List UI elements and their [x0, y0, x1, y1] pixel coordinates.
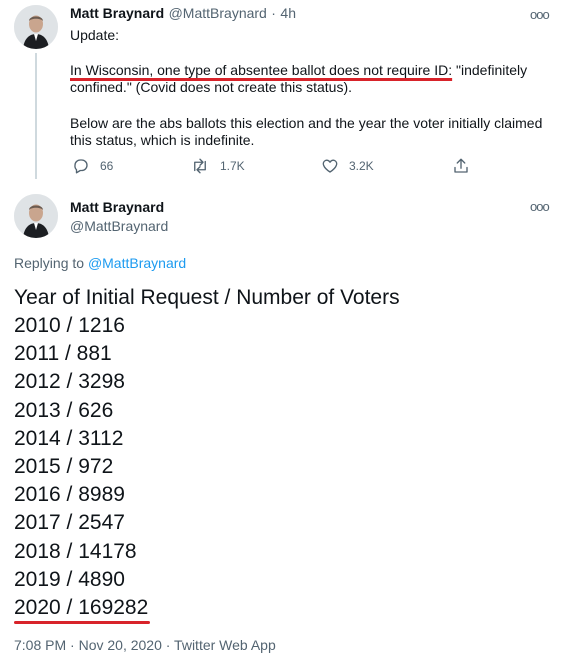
replying-to: Replying to @MattBraynard	[14, 255, 186, 271]
like-button[interactable]: 3.2K	[321, 157, 374, 175]
main-more-icon[interactable]: ooo	[530, 199, 550, 214]
replying-to-handle[interactable]: @MattBraynard	[88, 255, 186, 271]
avatar-portrait-icon	[14, 194, 58, 238]
list-item: 2014 / 3112	[14, 426, 124, 450]
list-item: 2019 / 4890	[14, 567, 125, 591]
header-separator: ·	[271, 5, 276, 21]
parent-more-icon[interactable]: ooo	[530, 7, 550, 22]
parent-paragraph-2: Below are the abs ballots this election …	[70, 115, 543, 148]
thread-connector-line	[35, 53, 37, 179]
list-item: 2018 / 14178	[14, 539, 137, 563]
list-item: 2012 / 3298	[14, 370, 125, 394]
voter-rows: 2010 / 1216 2011 / 881 2012 / 3298 2013 …	[14, 312, 148, 622]
parent-paragraph-1-highlight: In Wisconsin, one type of absentee ballo…	[70, 62, 453, 78]
reply-button[interactable]: 66	[72, 157, 113, 175]
list-item: 2017 / 2547	[14, 511, 125, 535]
main-author-name[interactable]: Matt Braynard	[70, 199, 164, 215]
parent-avatar[interactable]	[14, 5, 58, 49]
list-item: 2013 / 626	[14, 398, 114, 422]
list-item: 2016 / 8989	[14, 483, 125, 507]
list-item: 2010 / 1216	[14, 314, 125, 337]
replying-to-label: Replying to	[14, 255, 88, 271]
retweet-count: 1.7K	[220, 159, 245, 173]
main-avatar[interactable]	[14, 194, 58, 238]
parent-update-label: Update:	[70, 27, 120, 43]
table-header-line: Year of Initial Request / Number of Vote…	[14, 286, 400, 309]
share-button[interactable]	[452, 157, 470, 175]
heart-icon	[322, 159, 338, 173]
share-icon	[454, 158, 468, 173]
reply-count: 66	[100, 159, 114, 173]
retweet-icon	[194, 158, 206, 174]
parent-author-handle[interactable]: @MattBraynard	[169, 5, 267, 21]
like-count: 3.2K	[349, 159, 374, 173]
parent-tweet-header: Matt Braynard @MattBraynard · 4h	[70, 5, 296, 23]
list-item: 2011 / 881	[14, 342, 112, 366]
avatar-portrait-icon	[14, 5, 58, 49]
main-author-handle[interactable]: @MattBraynard	[70, 218, 168, 234]
retweet-button[interactable]: 1.7K	[190, 157, 245, 175]
parent-tweet-time[interactable]: 4h	[280, 5, 296, 21]
parent-paragraph-1: In Wisconsin, one type of absentee ballo…	[70, 62, 548, 96]
tweet-timestamp-footer[interactable]: 7:08 PM · Nov 20, 2020 · Twitter Web App	[14, 637, 276, 653]
list-item-highlighted: 2020 / 169282	[14, 596, 149, 620]
reply-icon	[74, 159, 88, 174]
parent-author-name[interactable]: Matt Braynard	[70, 5, 164, 21]
list-item: 2015 / 972	[14, 455, 114, 479]
red-annotation-underline	[14, 621, 150, 624]
